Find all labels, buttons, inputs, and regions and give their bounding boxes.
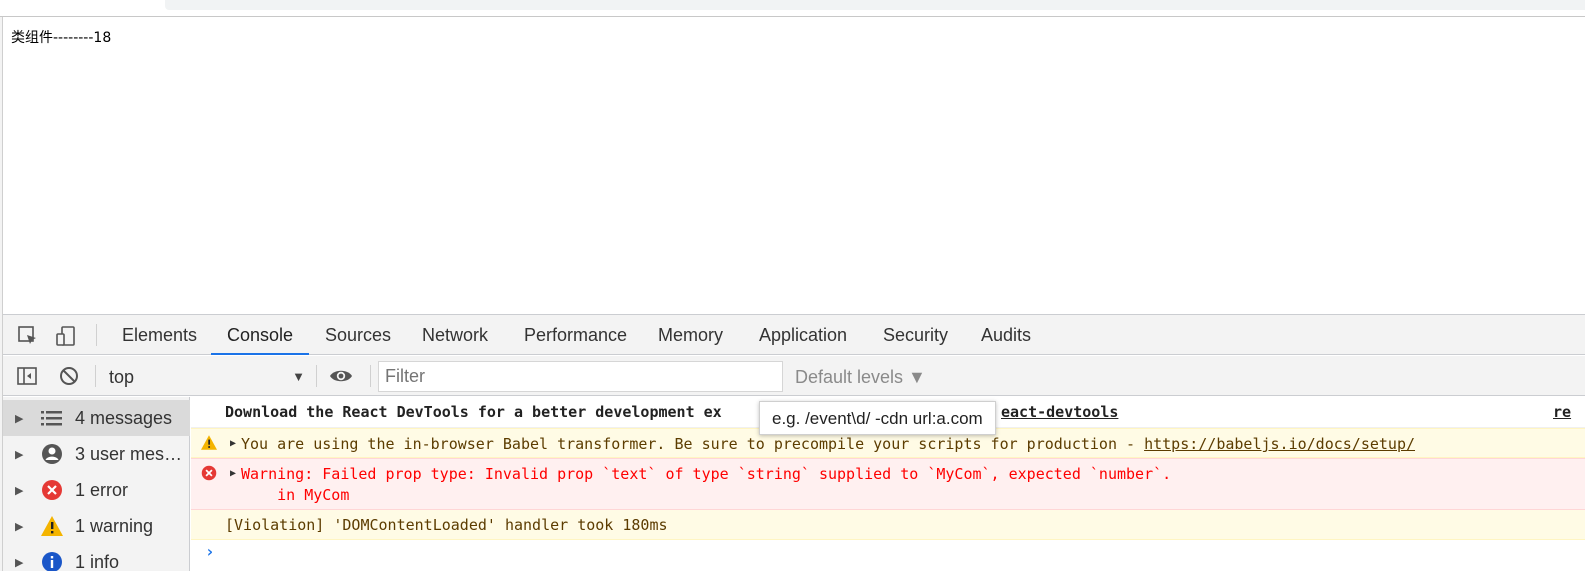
expand-arrow-icon[interactable]: ▶ bbox=[15, 448, 39, 461]
sidebar-item-label: 1 info bbox=[75, 551, 120, 571]
context-select-value: top bbox=[109, 367, 135, 387]
divider bbox=[370, 365, 371, 387]
sidebar-item-label: 3 user messages bbox=[75, 443, 183, 464]
sidebar-item-warnings[interactable]: ▶ 1 warning bbox=[3, 508, 190, 544]
tab-performance[interactable]: Performance bbox=[508, 315, 643, 355]
context-select[interactable]: top ▼ bbox=[109, 365, 305, 389]
user-icon bbox=[39, 441, 65, 467]
tab-security[interactable]: Security bbox=[867, 315, 964, 355]
info-icon bbox=[39, 549, 65, 571]
message-source-link[interactable]: re bbox=[1553, 403, 1571, 421]
console-sidebar: ▶ 4 messages ▶ 3 user messages ▶ 1 error… bbox=[3, 397, 190, 571]
console-message-error[interactable]: ▶ Warning: Failed prop type: Invalid pro… bbox=[191, 458, 1585, 510]
sidebar-item-label: 1 error bbox=[75, 479, 129, 500]
expand-arrow-icon[interactable]: ▶ bbox=[15, 520, 39, 533]
message-link[interactable]: https://babeljs.io/docs/setup/ bbox=[1144, 435, 1415, 453]
expand-arrow-icon[interactable]: ▶ bbox=[15, 556, 39, 569]
browser-tab-sliver bbox=[0, 0, 165, 10]
message-stack: in MyCom bbox=[241, 486, 350, 504]
divider bbox=[316, 365, 317, 387]
devtools-tab-bar: Elements Console Sources Network Perform… bbox=[3, 315, 1585, 355]
filter-input[interactable] bbox=[378, 361, 783, 392]
sidebar-item-errors[interactable]: ▶ 1 error bbox=[3, 472, 190, 508]
log-levels-dropdown[interactable]: Default levels ▼ bbox=[795, 365, 926, 389]
expand-arrow-icon[interactable]: ▶ bbox=[230, 438, 236, 449]
sidebar-item-label: 4 messages bbox=[75, 407, 173, 428]
tab-memory[interactable]: Memory bbox=[642, 315, 739, 355]
sidebar-item-messages[interactable]: ▶ 4 messages bbox=[3, 400, 190, 436]
console-message-violation[interactable]: [Violation] 'DOMContentLoaded' handler t… bbox=[191, 510, 1585, 540]
console-prompt[interactable]: › bbox=[205, 542, 215, 561]
sidebar-item-label: 1 warning bbox=[75, 515, 154, 536]
divider bbox=[96, 324, 97, 346]
expand-arrow-icon[interactable]: ▶ bbox=[15, 484, 39, 497]
device-toolbar-icon[interactable] bbox=[53, 323, 79, 349]
sidebar-item-info[interactable]: ▶ 1 info bbox=[3, 544, 190, 571]
tab-audits[interactable]: Audits bbox=[965, 315, 1047, 355]
tab-elements[interactable]: Elements bbox=[106, 315, 213, 355]
page-viewport: 类组件--------18 bbox=[3, 17, 1585, 314]
tab-network[interactable]: Network bbox=[406, 315, 504, 355]
error-icon bbox=[39, 477, 65, 503]
message-text: Warning: Failed prop type: Invalid prop … bbox=[241, 465, 1172, 483]
message-text: You are using the in-browser Babel trans… bbox=[241, 435, 1145, 453]
error-icon bbox=[201, 465, 217, 481]
list-icon bbox=[39, 405, 65, 431]
address-bar[interactable] bbox=[165, 0, 1585, 10]
sidebar-toggle-icon[interactable] bbox=[14, 363, 40, 389]
inspect-element-icon[interactable] bbox=[15, 323, 41, 349]
warning-icon bbox=[39, 513, 65, 539]
tab-console[interactable]: Console bbox=[211, 315, 310, 355]
expand-arrow-icon[interactable]: ▶ bbox=[15, 412, 39, 425]
console-toolbar: top ▼ Default levels ▼ bbox=[3, 356, 1585, 396]
eye-icon[interactable] bbox=[328, 363, 354, 389]
filter-tooltip: e.g. /event\d/ -cdn url:a.com bbox=[759, 401, 996, 435]
devtools-panel: Elements Console Sources Network Perform… bbox=[3, 314, 1585, 571]
message-text: Download the React DevTools for a better… bbox=[225, 403, 722, 421]
tab-sources[interactable]: Sources bbox=[309, 315, 407, 355]
browser-top-strip bbox=[0, 0, 1585, 17]
sidebar-item-user-messages[interactable]: ▶ 3 user messages bbox=[3, 436, 190, 472]
tab-application[interactable]: Application bbox=[743, 315, 863, 355]
clear-console-icon[interactable] bbox=[56, 363, 82, 389]
message-link[interactable]: eact-devtools bbox=[1001, 403, 1118, 421]
page-text: 类组件--------18 bbox=[11, 30, 112, 46]
message-text: [Violation] 'DOMContentLoaded' handler t… bbox=[225, 516, 668, 534]
expand-arrow-icon[interactable]: ▶ bbox=[230, 468, 236, 479]
warning-icon bbox=[201, 435, 217, 451]
divider bbox=[95, 365, 96, 387]
chevron-down-icon: ▼ bbox=[292, 369, 305, 384]
